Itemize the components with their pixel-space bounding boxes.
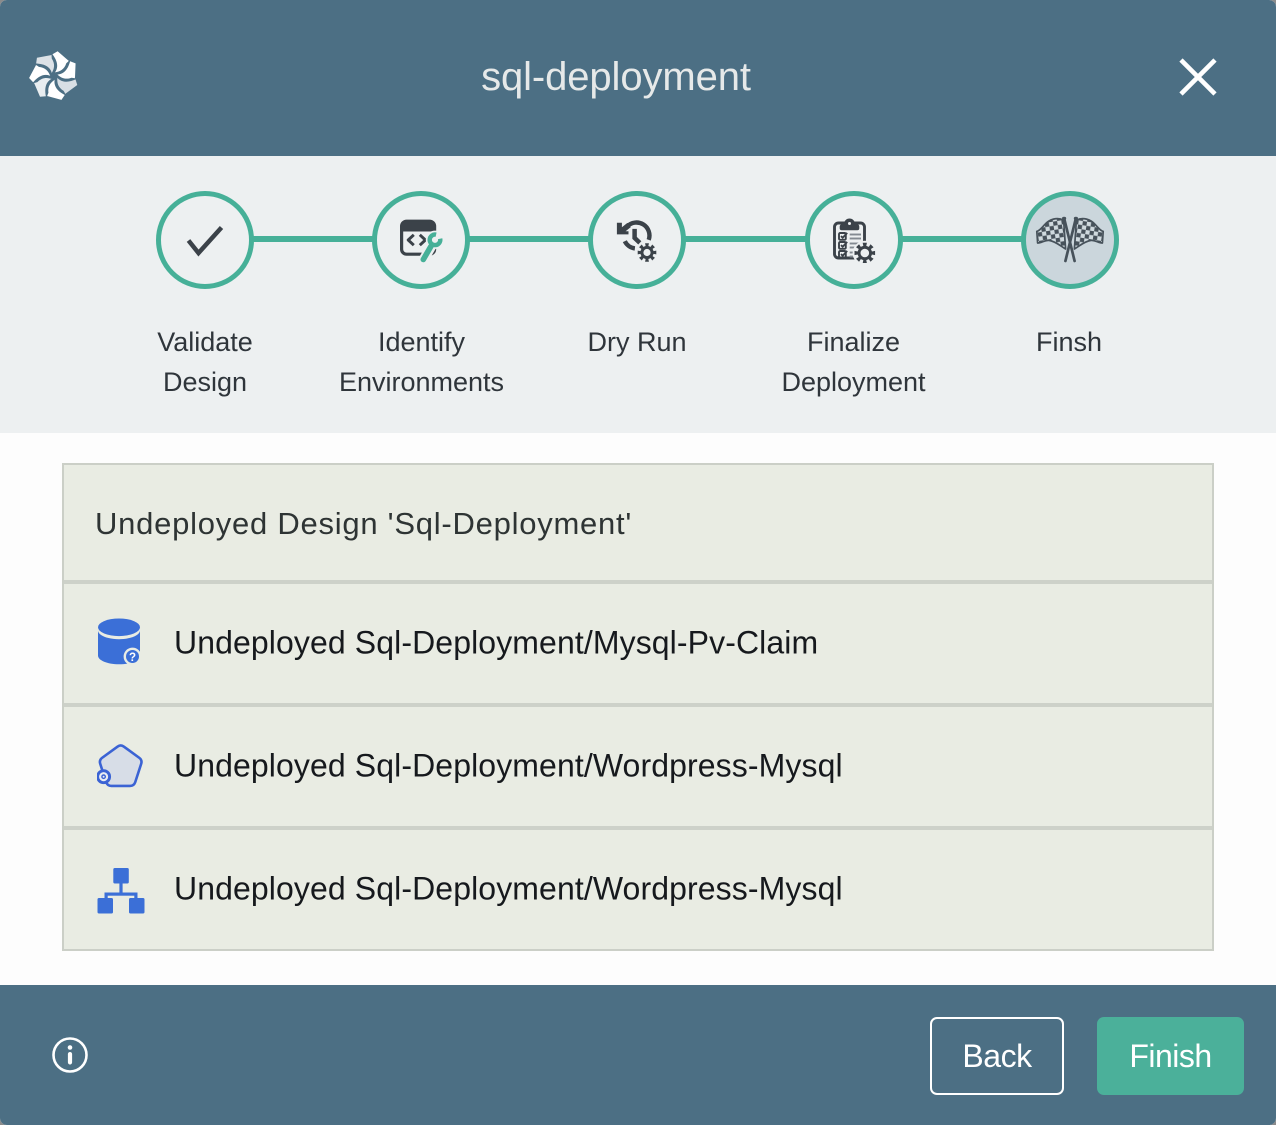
- svg-text:?: ?: [129, 651, 136, 663]
